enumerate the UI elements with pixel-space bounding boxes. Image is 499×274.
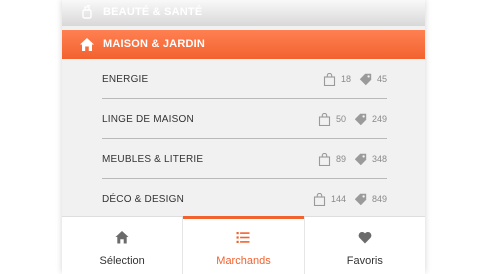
tab-label: Marchands — [216, 255, 271, 267]
subcategory-item[interactable]: LINGE DE MAISON 50 249 — [62, 99, 425, 139]
subcategory-counts: 18 45 — [323, 72, 387, 86]
subcategory-list: ENERGIE 18 45 LINGE DE MAISON 50 249 MEU… — [62, 59, 425, 219]
tab-label: Sélection — [99, 255, 145, 267]
category-row-beaute-sante[interactable]: BEAUTÉ & SANTÉ — [62, 0, 425, 26]
subcategory-label: ENERGIE — [102, 74, 149, 85]
subcategory-label: MEUBLES & LITERIE — [102, 154, 204, 165]
bottom-tab-bar: Sélection Marchands Favoris — [62, 216, 425, 274]
subcategory-label: DÉCO & DESIGN — [102, 194, 185, 205]
subcategory-label: LINGE DE MAISON — [102, 114, 194, 125]
tag-icon — [354, 153, 367, 165]
subcategory-item[interactable]: MEUBLES & LITERIE 89 348 — [62, 139, 425, 179]
merchant-count: 144 — [330, 194, 346, 204]
tag-icon — [354, 193, 367, 205]
tag-icon — [359, 73, 372, 85]
shopping-bag-icon — [318, 112, 331, 126]
tab-label: Favoris — [346, 255, 383, 267]
subcategory-item[interactable]: DÉCO & DESIGN 144 849 — [62, 179, 425, 219]
offer-count: 45 — [376, 74, 387, 84]
offer-count: 348 — [371, 154, 387, 164]
subcategory-counts: 50 249 — [318, 112, 387, 126]
offer-count: 249 — [371, 114, 387, 124]
merchant-count: 89 — [335, 154, 346, 164]
subcategory-counts: 144 849 — [313, 192, 387, 206]
merchant-count: 18 — [340, 74, 351, 84]
offer-count: 849 — [371, 194, 387, 204]
shopping-bag-icon — [313, 192, 325, 206]
tab-favoris[interactable]: Favoris — [303, 217, 425, 274]
subcategory-item[interactable]: ENERGIE 18 45 — [62, 59, 425, 99]
merchant-count: 50 — [335, 114, 346, 124]
tag-icon — [354, 113, 367, 125]
category-label: BEAUTÉ & SANTÉ — [103, 6, 203, 18]
home-icon — [80, 38, 94, 51]
tab-marchands[interactable]: Marchands — [182, 216, 304, 274]
category-label: MAISON & JARDIN — [103, 38, 206, 50]
category-row-maison-jardin[interactable]: MAISON & JARDIN — [62, 30, 425, 59]
list-icon — [236, 232, 250, 243]
subcategory-counts: 89 348 — [318, 152, 387, 166]
tab-selection[interactable]: Sélection — [62, 217, 182, 274]
home-icon — [115, 231, 129, 244]
heart-icon — [358, 231, 372, 244]
shopping-bag-icon — [318, 152, 331, 166]
shopping-bag-icon — [323, 72, 336, 86]
bottle-icon — [82, 5, 92, 19]
